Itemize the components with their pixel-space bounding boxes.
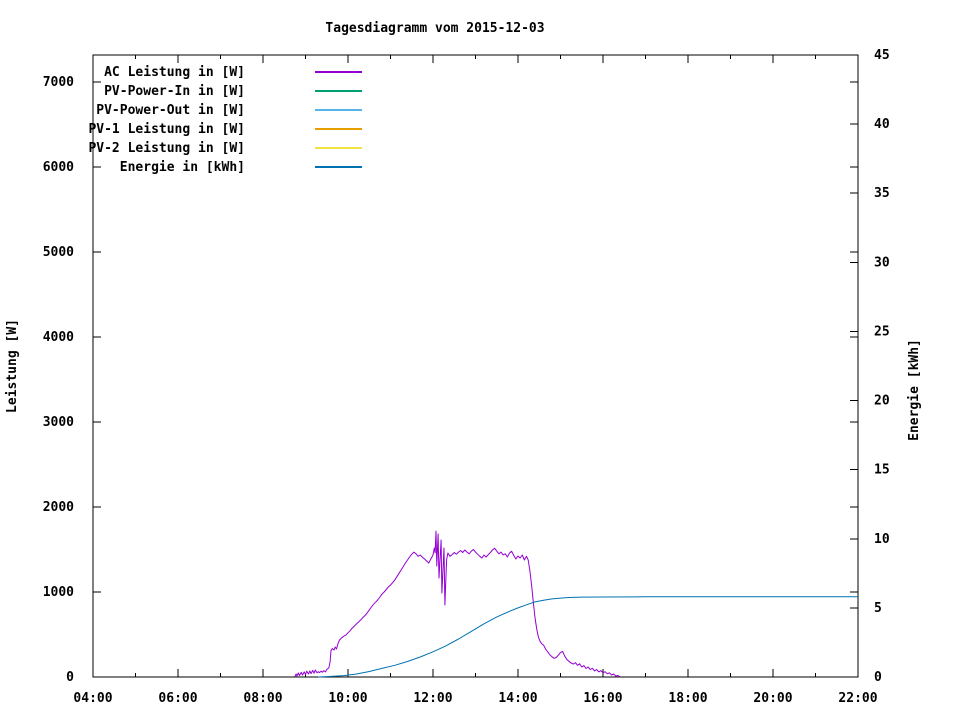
legend-label: PV-2 Leistung in [W]: [88, 141, 245, 156]
y2-axis-tick-label: 30: [874, 255, 890, 270]
y2-axis-tick-label: 35: [874, 186, 890, 201]
y-axis-tick-label: 5000: [43, 245, 74, 260]
x-axis-tick-label: 20:00: [753, 691, 792, 706]
x-axis-tick-label: 10:00: [328, 691, 367, 706]
y-axis-tick-label: 7000: [43, 75, 74, 90]
series-line-5: [318, 596, 858, 678]
x-axis-tick-label: 06:00: [158, 691, 197, 706]
gnuplot-daily-pv-chart: Tagesdiagramm vom 2015-12-03 04:00 06:00 0…: [0, 0, 960, 720]
legend-label: PV-Power-Out in [W]: [96, 103, 245, 118]
x-axis-tick-label: 14:00: [498, 691, 537, 706]
x-axis-tick-label: 04:00: [73, 691, 112, 706]
y-axis-tick-label: 2000: [43, 500, 74, 515]
y-axis-tick-label: 6000: [43, 160, 74, 175]
y-axis-tick-label: 1000: [43, 585, 74, 600]
y-axis-tick-label: 4000: [43, 330, 74, 345]
y-axis-tick-label: 0: [66, 670, 74, 685]
x-axis-tick-label: 18:00: [668, 691, 707, 706]
y2-axis-tick-label: 25: [874, 324, 890, 339]
y2-axis-tick-label: 20: [874, 394, 890, 409]
y-axis-tick-label: 3000: [43, 415, 74, 430]
x-axis-tick-label: 08:00: [243, 691, 282, 706]
y2-axis-tick-label: 45: [874, 48, 890, 63]
y2-axis-tick-label: 15: [874, 463, 890, 478]
x-axis-tick-label: 12:00: [413, 691, 452, 706]
y2-axis-tick-label: 0: [874, 670, 882, 685]
legend-label: PV-Power-In in [W]: [104, 84, 245, 99]
y2-axis-tick-label: 5: [874, 601, 882, 616]
y2-axis-title: Energie [kWh]: [907, 339, 922, 441]
legend-label: AC Leistung in [W]: [104, 65, 245, 80]
x-axis-tick-label: 22:00: [838, 691, 877, 706]
legend-label: Energie in [kWh]: [120, 160, 245, 175]
y2-axis-tick-label: 10: [874, 532, 890, 547]
series-line-0: [294, 530, 621, 678]
legend-label: PV-1 Leistung in [W]: [88, 122, 245, 137]
y-axis-title: Leistung [W]: [5, 319, 20, 413]
x-axis-tick-label: 16:00: [583, 691, 622, 706]
y2-axis-tick-label: 40: [874, 117, 890, 132]
chart-canvas: 04:00 06:00 08:00 10:00 12:00 14:00 16:00 18:00…: [5, 48, 922, 706]
